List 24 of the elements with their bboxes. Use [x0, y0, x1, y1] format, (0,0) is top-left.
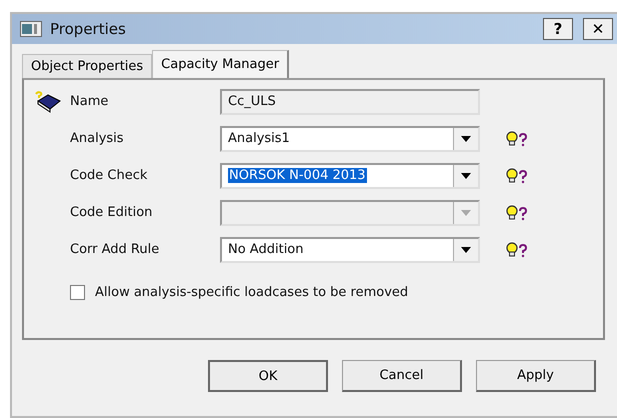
book-icon	[34, 90, 62, 112]
dialog-button[interactable]: OK	[208, 360, 328, 392]
caret-icon	[461, 172, 471, 178]
field-label: Code Edition	[70, 205, 154, 220]
field-label: Analysis	[70, 131, 125, 146]
window-title: Properties	[50, 20, 127, 38]
caret-icon	[461, 246, 471, 252]
dropdown[interactable]: Analysis1	[220, 126, 480, 152]
tab[interactable]: Object Properties	[22, 54, 152, 78]
dropdown[interactable]: NORSOK N-004 2013	[220, 162, 480, 188]
dialog-button[interactable]: Apply	[476, 360, 596, 392]
help-button[interactable]: ?	[543, 18, 573, 40]
close-button[interactable]: ✕	[583, 18, 613, 40]
caret-icon	[461, 210, 471, 216]
caret-icon	[461, 136, 471, 142]
checkbox-label: Allow analysis-specific loadcases to be removed	[95, 285, 408, 300]
dropdown[interactable]: No Addition	[220, 236, 480, 262]
window-icon	[20, 21, 42, 37]
checkbox[interactable]	[70, 285, 85, 300]
field-label: Corr Add Rule	[70, 242, 160, 257]
field-label: Code Check	[70, 168, 148, 183]
dialog-button[interactable]: Cancel	[342, 360, 462, 392]
tab[interactable]: Capacity Manager	[152, 50, 290, 78]
field-label: Name	[70, 94, 110, 109]
